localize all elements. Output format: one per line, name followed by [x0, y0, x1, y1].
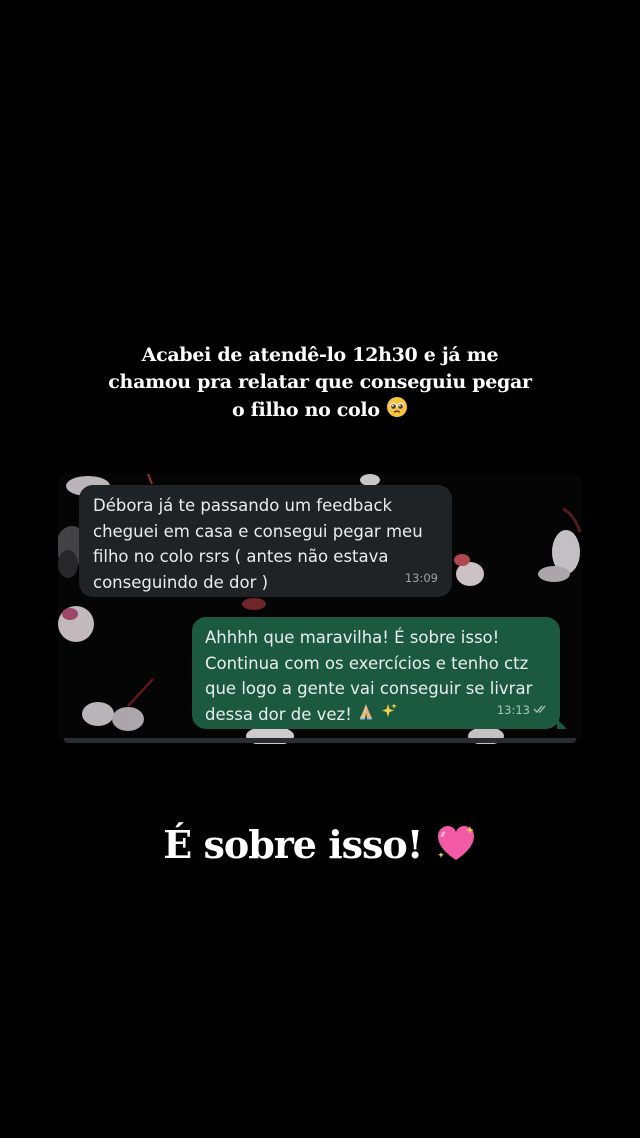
incoming-line-2: cheguei em casa e consegui pegar meu [93, 521, 423, 541]
top-caption: Acabei de atendê-lo 12h30 e já me chamou… [70, 342, 570, 426]
bottom-caption: É sobre isso! [0, 822, 640, 873]
outgoing-line-1: Ahhhh que maravilha! É sobre isso! [205, 628, 500, 647]
incoming-message-bubble[interactable]: Débora já te passando um feedback chegue… [79, 485, 452, 597]
outgoing-line-4: dessa dor de vez! [205, 704, 352, 724]
chat-divider [64, 738, 576, 743]
top-caption-line-3-text: o filho no colo [231, 399, 380, 421]
incoming-line-4: conseguindo de dor ) [93, 572, 269, 592]
folded-hands-icon [357, 702, 375, 728]
incoming-line-3: filho no colo rsrs ( antes não estava [93, 547, 389, 566]
outgoing-message-bubble[interactable]: Ahhhh que maravilha! É sobre isso! Conti… [192, 617, 567, 729]
sparkling-heart-icon [435, 824, 477, 873]
pleading-face-icon [386, 396, 408, 426]
outgoing-timestamp: 13:13 [496, 702, 530, 717]
outgoing-line-2: Continua com os exercícios e tenho ctz [205, 653, 529, 673]
top-caption-line-1: Acabei de atendê-lo 12h30 e já me [141, 344, 499, 366]
incoming-line-1: Débora já te passando um feedback [93, 496, 393, 515]
double-check-icon [533, 696, 548, 722]
bottom-caption-text: É sobre isso! [163, 822, 423, 867]
top-caption-line-3: o filho no colo [70, 396, 570, 426]
sparkles-icon [380, 702, 398, 728]
incoming-timestamp: 13:09 [404, 570, 438, 585]
top-caption-line-2: chamou pra relatar que conseguiu pegar [108, 371, 532, 393]
incoming-message-text: Débora já te passando um feedback chegue… [93, 493, 438, 595]
